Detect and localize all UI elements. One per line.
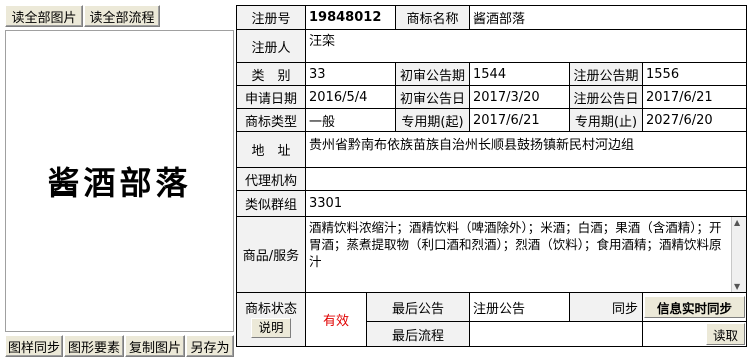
status-value: 有效 [305, 292, 367, 347]
goods-label: 商品/服务 [236, 216, 306, 293]
registrant-value: 汪栾 [304, 29, 748, 63]
excl-start-label: 专用期(起) [395, 108, 470, 132]
app-date-label: 申请日期 [236, 85, 306, 109]
read-all-flows-button[interactable]: 读全部流程 [84, 5, 160, 27]
trademark-info-table: 注册号 19848012 商标名称 酱酒部落 注册人 汪栾 类 别 33 初审公… [236, 5, 748, 347]
last-notice-label: 最后公告 [366, 292, 470, 322]
image-sync-button[interactable]: 图样同步 [5, 335, 63, 357]
prelim-issue-label: 初审公告期 [395, 62, 470, 86]
mark-name-label: 商标名称 [395, 5, 470, 30]
save-as-button[interactable]: 另存为 [186, 335, 234, 357]
goods-cell: 酒精饮料浓缩汁；酒精饮料（啤酒除外）；米酒；白酒；果酒（含酒精）；开胃酒；蒸煮提… [304, 216, 748, 293]
read-button[interactable]: 读取 [706, 323, 746, 345]
trademark-image-text: 酱酒部落 [47, 164, 192, 202]
mark-name-value: 酱酒部落 [468, 5, 748, 30]
agent-label: 代理机构 [236, 167, 306, 191]
last-flow-label: 最后流程 [366, 321, 470, 347]
scroll-up-icon[interactable]: ▲ [734, 218, 740, 227]
class-value: 33 [305, 62, 396, 86]
last-notice-value: 注册公告 [469, 292, 570, 322]
scroll-down-icon[interactable]: ▼ [734, 282, 740, 291]
reg-date-label: 注册公告日 [569, 85, 643, 109]
reg-issue-value: 1556 [641, 62, 748, 86]
excl-start-value: 2017/6/21 [469, 108, 570, 132]
sync-button-cell: 信息实时同步 [641, 292, 748, 322]
read-button-cell: 读取 [641, 321, 748, 347]
prelim-issue-value: 1544 [469, 62, 570, 86]
copy-image-button[interactable]: 复制图片 [125, 335, 185, 357]
graphic-elements-button[interactable]: 图形要素 [64, 335, 124, 357]
address-value: 贵州省黔南布依族苗族自治州长顺县鼓扬镇新民村河边组 [304, 131, 748, 168]
last-flow-value [469, 321, 643, 347]
status-label-cell: 商标状态 说明 [236, 292, 306, 347]
similar-group-value: 3301 [304, 190, 748, 217]
agent-value [304, 167, 748, 191]
sync-label: 同步 [569, 292, 643, 322]
goods-value: 酒精饮料浓缩汁；酒精饮料（啤酒除外）；米酒；白酒；果酒（含酒精）；开胃酒；蒸煮提… [309, 220, 722, 269]
reg-no-value: 19848012 [305, 5, 396, 30]
similar-group-label: 类似群组 [236, 190, 306, 217]
read-all-images-button[interactable]: 读全部图片 [5, 5, 83, 27]
mark-type-value: 一般 [305, 108, 396, 132]
excl-end-label: 专用期(止) [569, 108, 643, 132]
class-label: 类 别 [236, 62, 306, 86]
trademark-image: 酱酒部落 [6, 31, 233, 331]
sync-button[interactable]: 信息实时同步 [644, 296, 746, 318]
reg-date-value: 2017/6/21 [641, 85, 748, 109]
app-date-value: 2016/5/4 [305, 85, 396, 109]
reg-no-label: 注册号 [236, 5, 306, 30]
reg-issue-label: 注册公告期 [569, 62, 643, 86]
trademark-image-panel: 酱酒部落 [5, 30, 234, 332]
prelim-date-label: 初审公告日 [395, 85, 470, 109]
status-explain-button[interactable]: 说明 [251, 317, 291, 338]
goods-scrollbar[interactable]: ▲ ▼ [731, 217, 746, 292]
mark-type-label: 商标类型 [236, 108, 306, 132]
excl-end-value: 2027/6/20 [641, 108, 748, 132]
status-label: 商标状态 [244, 301, 297, 317]
address-label: 地 址 [236, 131, 306, 168]
registrant-label: 注册人 [236, 29, 306, 63]
prelim-date-value: 2017/3/20 [469, 85, 570, 109]
